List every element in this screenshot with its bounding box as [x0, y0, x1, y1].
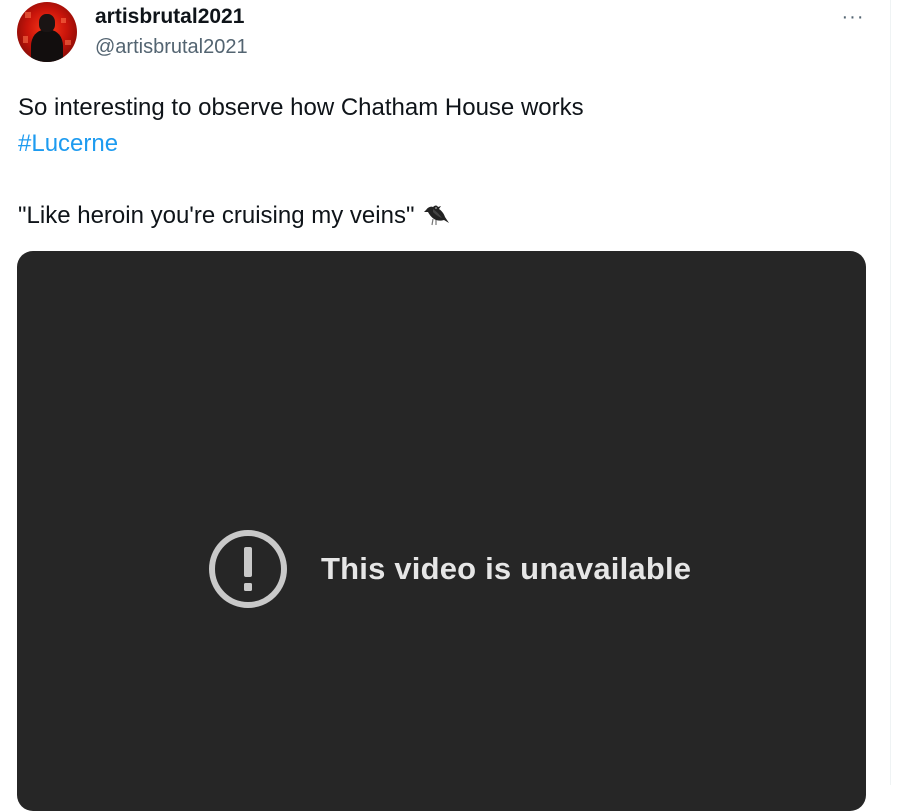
avatar-pixel [25, 12, 31, 18]
timeline-border [890, 0, 891, 785]
video-unavailable-text: This video is unavailable [321, 551, 692, 586]
avatar-pixel [23, 36, 28, 43]
alert-circle-icon [209, 530, 287, 608]
video-player[interactable]: This video is unavailable [17, 251, 866, 811]
author-display-name[interactable]: artisbrutal2021 [95, 4, 244, 30]
avatar-figure-body [31, 30, 63, 62]
video-unavailable-notice: This video is unavailable [208, 529, 691, 609]
tweet-quote-line: "Like heroin you're cruising my veins" [18, 198, 868, 234]
tweet-text: So interesting to observe how Chatham Ho… [18, 90, 868, 234]
tweet-text-line: So interesting to observe how Chatham Ho… [18, 94, 584, 121]
avatar-figure-head [39, 14, 55, 32]
author-handle[interactable]: @artisbrutal2021 [95, 34, 248, 60]
hashtag-link[interactable]: #Lucerne [18, 130, 118, 157]
avatar-pixel [65, 40, 71, 45]
more-horizontal-icon: ··· [841, 6, 865, 28]
avatar-pixel [61, 18, 66, 23]
tweet-quote-text: "Like heroin you're cruising my veins" [18, 202, 415, 229]
tweet-hashtag-line: #Lucerne [18, 126, 868, 162]
avatar[interactable] [17, 2, 77, 62]
black-bird-icon [424, 205, 450, 226]
more-options-button[interactable]: ··· [838, 4, 868, 30]
